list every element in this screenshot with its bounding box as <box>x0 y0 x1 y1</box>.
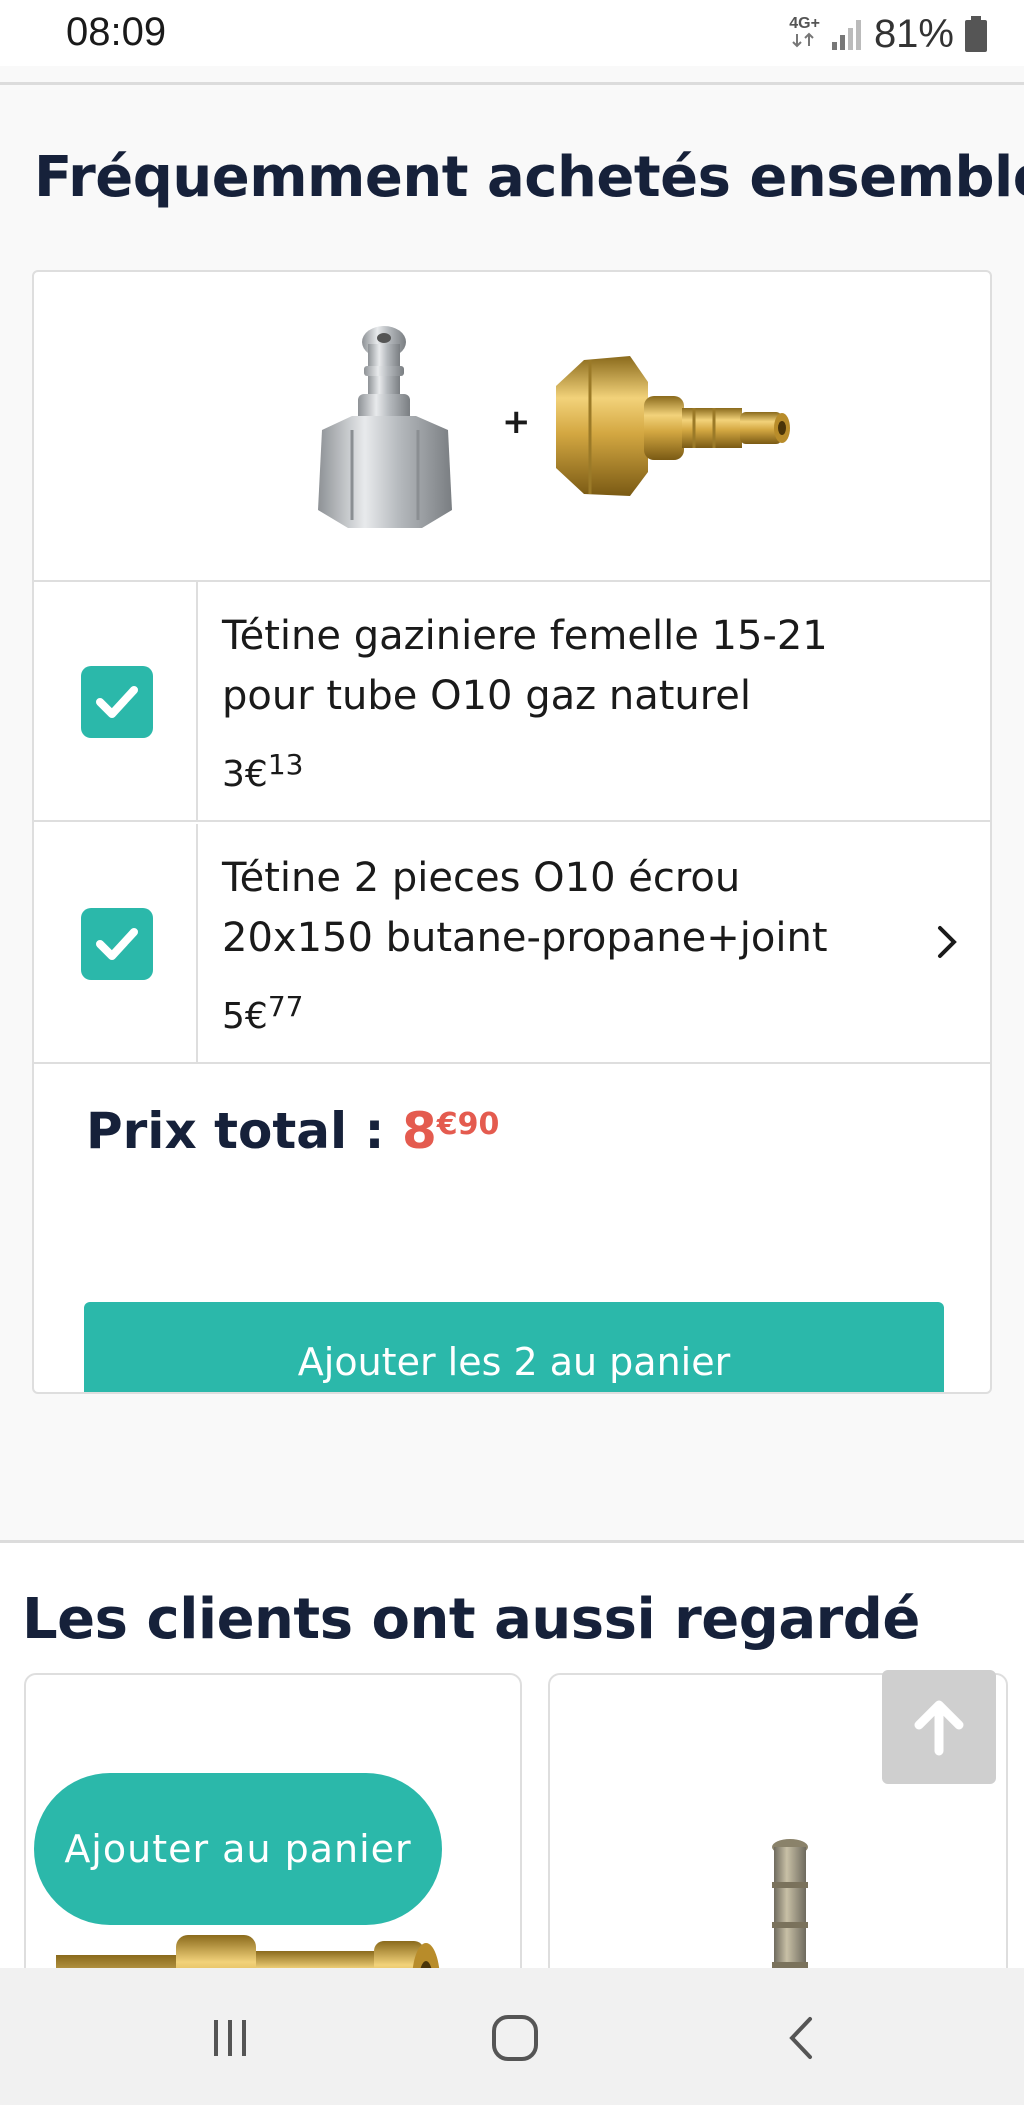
signal-icon <box>831 20 861 50</box>
bundle-product-row: Tétine gaziniere femelle 15-21 pour tube… <box>34 582 990 822</box>
network-4g-icon: 4G+ <box>789 16 820 52</box>
checkmark-icon <box>96 686 138 718</box>
total-price-line: Prix total : 8€90 <box>86 1102 499 1160</box>
status-time: 08:09 <box>66 10 167 54</box>
product-name-link[interactable]: Tétine 2 pieces O10 écrou 20x150 butane-… <box>222 848 882 968</box>
battery-icon <box>965 16 987 52</box>
product-image-tee-fitting <box>772 1839 808 1968</box>
back-button[interactable] <box>762 1998 842 2078</box>
product-image-silver-nipple[interactable] <box>302 320 482 540</box>
chevron-right-icon[interactable] <box>932 922 962 962</box>
bundle-product-row: Tétine 2 pieces O10 écrou 20x150 butane-… <box>34 824 990 1064</box>
product-image-brass-nut[interactable] <box>544 352 804 502</box>
product-price: 3€13 <box>222 748 304 795</box>
system-navigation-bar <box>0 1968 1024 2105</box>
section-title: Fréquemment achetés ensemble <box>34 145 1024 210</box>
recent-apps-icon <box>214 2020 246 2056</box>
section-title: Les clients ont aussi regardé <box>22 1587 920 1652</box>
home-icon <box>492 2015 538 2061</box>
add-both-to-cart-button[interactable]: Ajouter les 2 au panier <box>84 1302 944 1392</box>
recent-apps-button[interactable] <box>190 1998 270 2078</box>
battery-percent: 81% <box>873 11 954 56</box>
home-button[interactable] <box>475 1998 555 2078</box>
checkbox-cell <box>34 582 198 820</box>
total-price: 8€90 <box>401 1102 500 1160</box>
checkmark-icon <box>96 928 138 960</box>
bundle-card: + Tétine gaziniere femelle 15-21 pour tu… <box>32 270 992 1394</box>
add-to-cart-button[interactable]: Ajouter au panier <box>34 1773 442 1925</box>
product-name-link[interactable]: Tétine gaziniere femelle 15-21 pour tube… <box>222 606 882 726</box>
bundle-images: + <box>34 272 990 582</box>
product-checkbox[interactable] <box>81 908 153 980</box>
checkbox-cell <box>34 824 198 1062</box>
frequently-bought-section: Fréquemment achetés ensemble + Tétine ga… <box>0 85 1024 1540</box>
status-bar: 08:09 4G+ 81% <box>0 0 1024 66</box>
status-icons: 4G+ 81% <box>789 10 988 58</box>
scroll-to-top-button[interactable] <box>882 1670 996 1784</box>
product-price: 5€77 <box>222 990 304 1037</box>
back-icon <box>789 2017 812 2059</box>
arrow-up-icon <box>914 1700 964 1756</box>
total-label: Prix total : <box>86 1102 402 1160</box>
product-checkbox[interactable] <box>81 666 153 738</box>
plus-sign: + <box>502 402 531 442</box>
